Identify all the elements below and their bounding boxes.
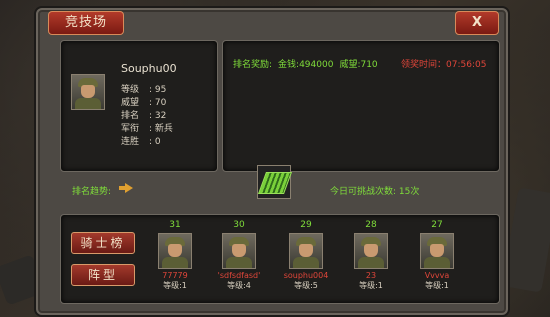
rank-trend-label: 排名趋势: (72, 187, 112, 197)
player-name: Souphu00 (121, 62, 177, 75)
opponent-card[interactable]: 31 77779 等级:1 (150, 220, 200, 291)
opponent-avatar[interactable] (222, 233, 256, 269)
reward-gold: 金钱:494000 (278, 60, 334, 70)
opponent-rank: 31 (169, 220, 181, 230)
stat-win-streak: 连胜: 0 (121, 137, 161, 147)
player-avatar (71, 74, 105, 110)
opponent-name: 23 (365, 271, 377, 280)
opponent-card[interactable]: 27 Vvvva 等级:1 (412, 220, 462, 291)
opponents-panel: 骑士榜 阵型 31 77779 等级:1 30 'sdfsdfasd' 等级:4… (60, 214, 500, 304)
window-title: 竞技场 (48, 11, 124, 35)
opponent-level: 等级:4 (227, 281, 251, 290)
opponent-name: 77779 (162, 271, 188, 280)
opponent-level: 等级:1 (163, 281, 187, 290)
opponent-rank: 30 (233, 220, 245, 230)
opponent-card[interactable]: 28 23 等级:1 (346, 220, 396, 291)
reward-prestige: 威望:710 (339, 60, 378, 70)
player-info-panel: Souphu00 等级: 95 威望: 70 排名: 32 军衔: 新兵 连胜:… (60, 40, 218, 172)
claim-countdown: 领奖时间：07:56:05 (401, 60, 487, 70)
opponent-rank: 27 (431, 220, 443, 230)
challenge-count: 今日可挑战次数: 15次 (330, 187, 420, 197)
opponent-level: 等级:1 (359, 281, 383, 290)
stat-rank: 排名: 32 (121, 111, 167, 121)
knight-ranking-button[interactable]: 骑士榜 (71, 232, 135, 254)
opponent-rank: 28 (365, 220, 377, 230)
opponent-avatar[interactable] (354, 233, 388, 269)
opponent-level: 等级:1 (425, 281, 449, 290)
opponent-avatar[interactable] (289, 233, 323, 269)
opponent-name: Vvvva (424, 271, 450, 280)
opponent-card[interactable]: 29 souphu004 等级:5 (281, 220, 331, 291)
stat-level: 等级: 95 (121, 85, 167, 95)
stat-prestige: 威望: 70 (121, 98, 167, 108)
trend-arrow-icon (119, 183, 133, 193)
rank-reward: 排名奖励: 金钱:494000 威望:710 (233, 57, 384, 70)
opponent-rank: 29 (300, 220, 312, 230)
opponent-name: 'sdfsdfasd' (217, 271, 261, 280)
opponent-avatar[interactable] (158, 233, 192, 269)
reward-label: 排名奖励: (233, 60, 273, 70)
opponent-name: souphu004 (283, 271, 329, 280)
opponent-level: 等级:5 (294, 281, 318, 290)
opponent-card[interactable]: 30 'sdfsdfasd' 等级:4 (214, 220, 264, 291)
opponent-avatar[interactable] (420, 233, 454, 269)
close-button[interactable]: X (455, 11, 499, 35)
formation-button[interactable]: 阵型 (71, 264, 135, 286)
reward-panel: 排名奖励: 金钱:494000 威望:710 领奖时间：07:56:05 (222, 40, 500, 172)
stat-military-rank: 军衔: 新兵 (121, 124, 173, 134)
battlefield-map-icon[interactable] (257, 165, 293, 199)
